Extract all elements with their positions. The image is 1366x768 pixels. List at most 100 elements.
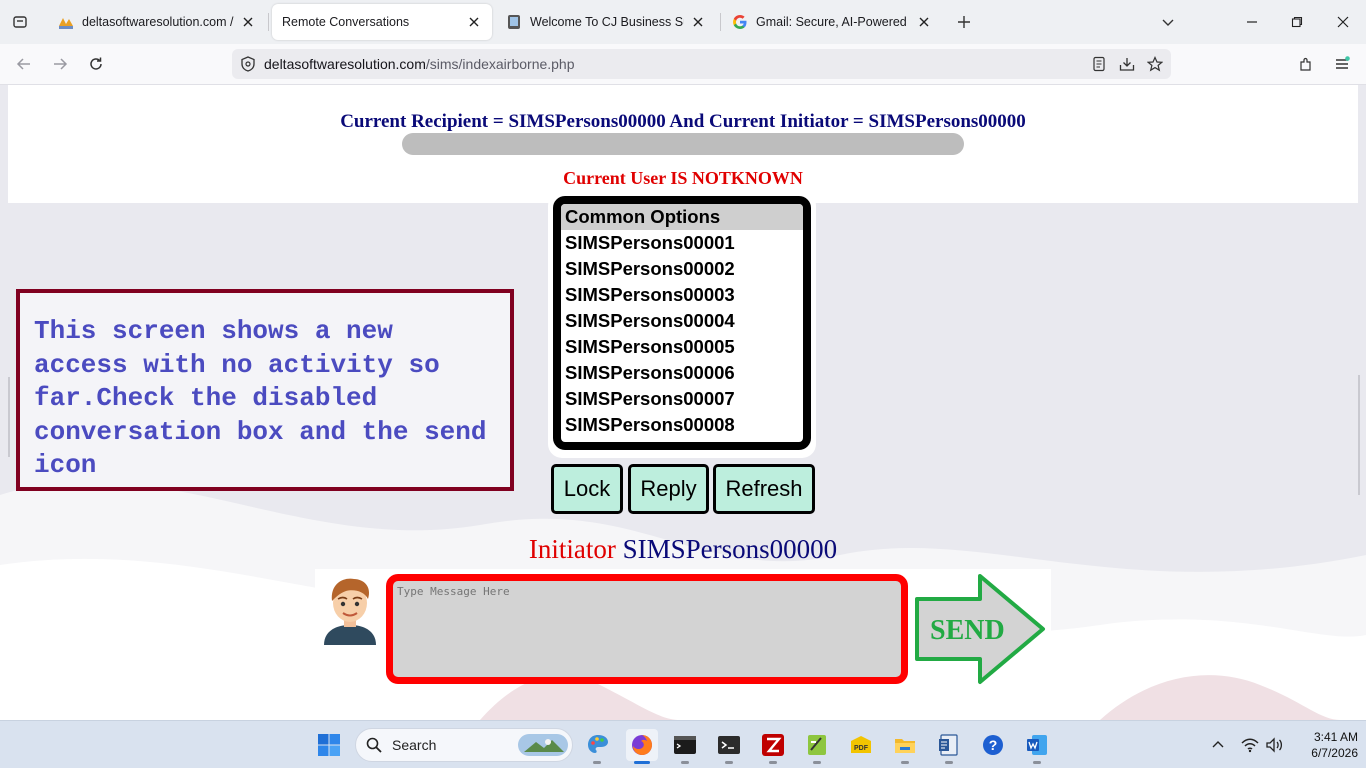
- filezilla-icon[interactable]: [757, 729, 789, 761]
- browser-nav-bar: deltasoftwaresolution.com/sims/indexairb…: [0, 44, 1366, 85]
- info-note: This screen shows a new access with no a…: [16, 289, 514, 491]
- clock-date: 6/7/2026: [1311, 746, 1358, 760]
- window-close-icon[interactable]: [1331, 10, 1355, 34]
- pma-favicon-icon: [58, 14, 74, 30]
- status-bar: [402, 133, 964, 155]
- tab-deltasoftware[interactable]: deltasoftwaresolution.com / loc: [48, 4, 266, 40]
- tab-title: deltasoftwaresolution.com / loc: [82, 15, 234, 29]
- notepad-plus-icon[interactable]: [801, 729, 833, 761]
- close-icon[interactable]: [240, 14, 256, 30]
- file-explorer-icon[interactable]: [889, 729, 921, 761]
- app-indicator-active: [634, 761, 650, 764]
- search-label: Search: [392, 737, 437, 753]
- word-icon[interactable]: [1021, 729, 1053, 761]
- svg-text:PDF: PDF: [854, 745, 869, 752]
- tab-remote-conversations[interactable]: Remote Conversations: [272, 4, 492, 40]
- initiator-label: Initiator: [528, 534, 616, 564]
- initiator-heading: Initiator SIMSPersons00000: [0, 534, 1366, 565]
- close-icon[interactable]: [690, 14, 706, 30]
- app-indicator: [1033, 761, 1041, 764]
- tab-title: Remote Conversations: [282, 15, 410, 29]
- app-indicator: [813, 761, 821, 764]
- new-tab-plus-icon[interactable]: [952, 10, 976, 34]
- person-options-list[interactable]: Common Options SIMSPersons00001 SIMSPers…: [553, 196, 811, 450]
- app-indicator: [593, 761, 601, 764]
- minimize-icon[interactable]: [1240, 10, 1264, 34]
- send-label: SEND: [930, 615, 1005, 646]
- tab-gmail[interactable]: Gmail: Secure, AI-Powered Ema: [722, 4, 942, 40]
- options-frame: Common Options SIMSPersons00001 SIMSPers…: [548, 192, 816, 458]
- tab-separator: [268, 13, 269, 31]
- divider: [1358, 375, 1360, 495]
- app-indicator: [901, 761, 909, 764]
- reload-icon[interactable]: [84, 52, 108, 76]
- clock-time: 3:41 AM: [1313, 730, 1358, 744]
- close-icon[interactable]: [916, 14, 932, 30]
- close-icon[interactable]: [466, 14, 482, 30]
- chevron-up-icon[interactable]: [1206, 733, 1230, 757]
- message-box-frame: [386, 574, 908, 684]
- firefox-icon[interactable]: [626, 729, 658, 761]
- tab-title: Gmail: Secure, AI-Powered Ema: [756, 15, 910, 29]
- app-indicator: [681, 761, 689, 764]
- tab-title: Welcome To CJ Business Suppo: [530, 15, 684, 29]
- url-path: /sims/indexairborne.php: [425, 56, 575, 72]
- forward-arrow-icon[interactable]: [48, 52, 72, 76]
- chevron-down-icon[interactable]: [1156, 10, 1180, 34]
- cj-favicon-icon: [506, 14, 522, 30]
- recipient-initiator-status: Current Recipient = SIMSPersons00000 And…: [340, 111, 1026, 132]
- search-highlight-icon: [518, 734, 568, 756]
- save-to-pocket-icon[interactable]: [1115, 52, 1139, 76]
- back-arrow-icon[interactable]: [12, 52, 36, 76]
- option-person[interactable]: SIMSPersons00003: [561, 282, 803, 308]
- paint-app-icon[interactable]: [582, 729, 614, 761]
- extensions-icon[interactable]: [1294, 52, 1318, 76]
- menu-icon[interactable]: [1330, 52, 1354, 76]
- app-indicator: [725, 761, 733, 764]
- wifi-icon[interactable]: [1238, 733, 1262, 757]
- address-bar[interactable]: deltasoftwaresolution.com/sims/indexairb…: [232, 49, 1171, 79]
- document-app-icon[interactable]: [933, 729, 965, 761]
- refresh-button[interactable]: Refresh: [713, 464, 815, 514]
- app-indicator: [769, 761, 777, 764]
- terminal-icon[interactable]: [669, 729, 701, 761]
- divider: [8, 377, 10, 457]
- current-user-status: Current User IS NOTKNOWN: [563, 168, 803, 188]
- option-person[interactable]: SIMSPersons00007: [561, 386, 803, 412]
- tab-separator: [720, 13, 721, 31]
- pdf-app-icon[interactable]: PDF: [845, 729, 877, 761]
- option-person[interactable]: SIMSPersons00006: [561, 360, 803, 386]
- bookmark-star-icon[interactable]: [1143, 52, 1167, 76]
- option-person[interactable]: SIMSPersons00001: [561, 230, 803, 256]
- reader-view-icon[interactable]: [1087, 52, 1111, 76]
- taskbar-search[interactable]: Search: [355, 728, 573, 762]
- option-common[interactable]: Common Options: [561, 204, 803, 230]
- page-content: Current Recipient = SIMSPersons00000 And…: [0, 85, 1366, 720]
- restore-icon[interactable]: [1285, 10, 1309, 34]
- lock-button[interactable]: Lock: [551, 464, 623, 514]
- windows-taskbar: Search PDF ? 3:41 AM 6/7/2026: [0, 720, 1366, 768]
- initiator-value: SIMSPersons00000: [622, 534, 838, 564]
- site-info-icon[interactable]: [238, 54, 258, 74]
- volume-icon[interactable]: [1262, 733, 1286, 757]
- user-avatar-icon: [324, 578, 376, 645]
- powershell-icon[interactable]: [713, 729, 745, 761]
- option-person[interactable]: SIMSPersons00004: [561, 308, 803, 334]
- url-text[interactable]: deltasoftwaresolution.com/sims/indexairb…: [264, 56, 575, 72]
- svg-text:?: ?: [989, 737, 998, 753]
- browser-tab-bar: deltasoftwaresolution.com / loc Remote C…: [0, 0, 1366, 44]
- option-person[interactable]: SIMSPersons00005: [561, 334, 803, 360]
- message-input[interactable]: [393, 581, 901, 677]
- tab-list-icon[interactable]: [8, 10, 32, 34]
- url-domain: deltasoftwaresolution.com: [264, 56, 426, 72]
- search-icon: [366, 737, 382, 753]
- windows-start-icon[interactable]: [313, 729, 345, 761]
- tab-cj-business[interactable]: Welcome To CJ Business Suppo: [496, 4, 716, 40]
- option-person[interactable]: SIMSPersons00008: [561, 412, 803, 438]
- reply-button[interactable]: Reply: [628, 464, 709, 514]
- help-icon[interactable]: ?: [977, 729, 1009, 761]
- option-person[interactable]: SIMSPersons00009: [561, 438, 803, 442]
- app-indicator: [945, 761, 953, 764]
- option-person[interactable]: SIMSPersons00002: [561, 256, 803, 282]
- system-clock[interactable]: 3:41 AM 6/7/2026: [1290, 729, 1358, 761]
